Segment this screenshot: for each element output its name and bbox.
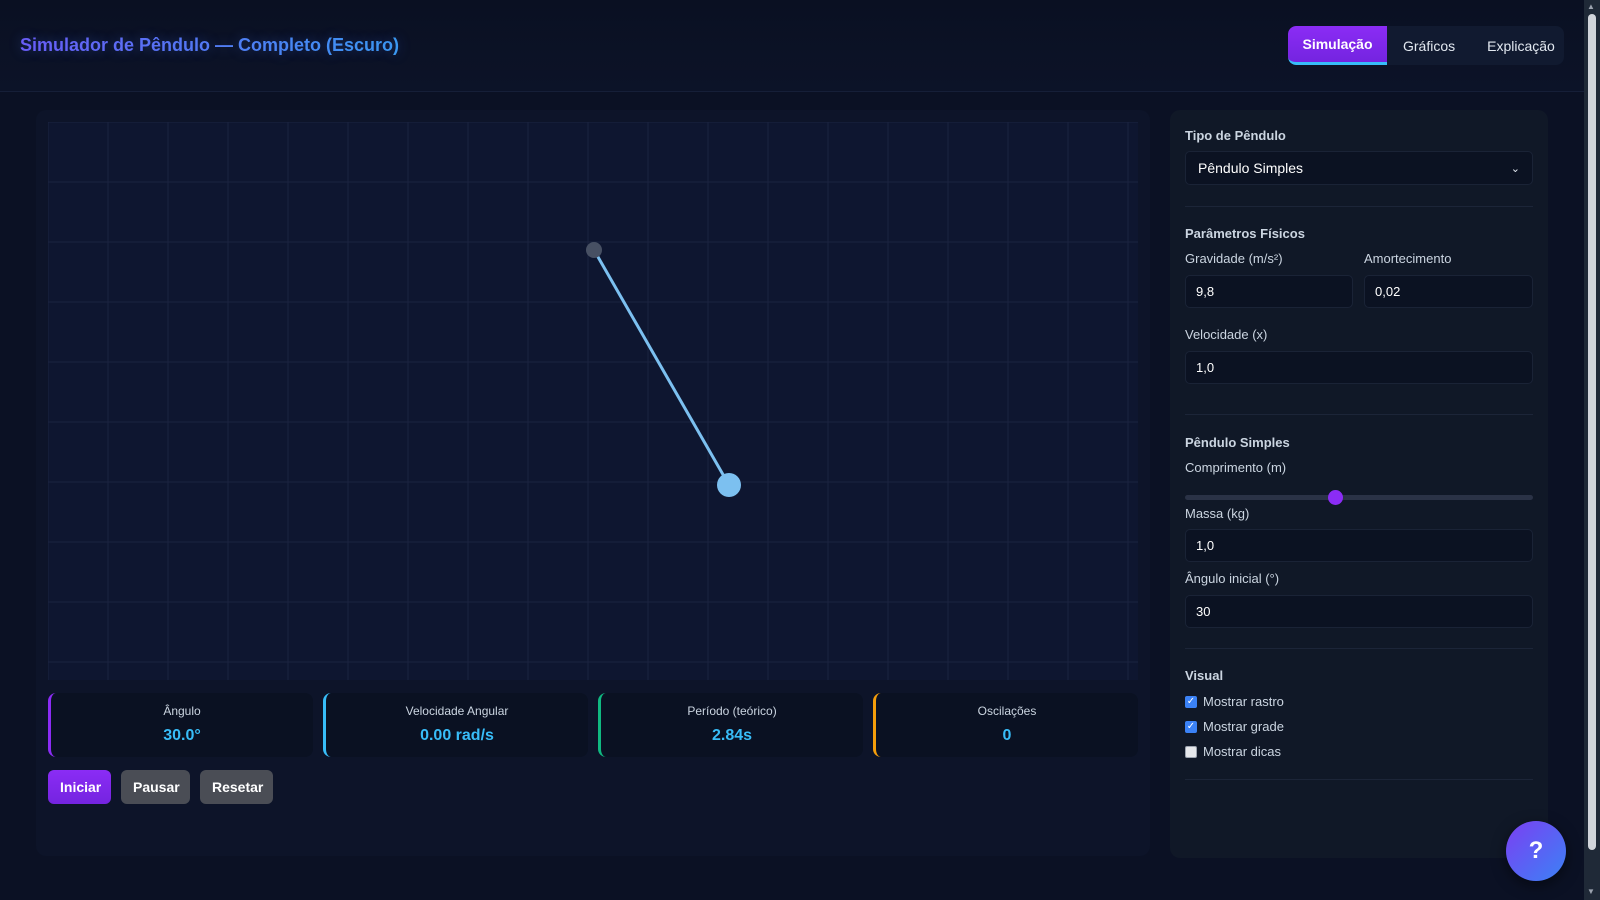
stat-value: 30.0° [163, 727, 201, 744]
mass-label: Massa (kg) [1185, 506, 1250, 521]
pause-button[interactable]: Pausar [121, 770, 190, 804]
settings-panel: Tipo de Pêndulo Pêndulo Simples ⌄ Parâme… [1170, 110, 1548, 858]
section-title: Tipo de Pêndulo [1185, 128, 1286, 143]
physics-section: Parâmetros Físicos [1185, 226, 1533, 241]
scroll-thumb[interactable] [1588, 14, 1596, 850]
stats-row: Ângulo 30.0° Velocidade Angular 0.00 rad… [48, 693, 1138, 757]
checkbox-label: Mostrar rastro [1203, 694, 1284, 709]
stat-label: Ângulo [163, 704, 201, 718]
page-scrollbar[interactable]: ▲ ▼ [1584, 0, 1600, 900]
tab-graficos[interactable]: Gráficos [1387, 26, 1471, 65]
control-buttons: Iniciar Pausar Resetar [48, 770, 273, 804]
gravity-input[interactable] [1185, 275, 1353, 308]
mass-group: Massa (kg) [1185, 506, 1533, 521]
chevron-down-icon: ⌄ [1510, 162, 1520, 175]
help-button[interactable]: ? [1506, 821, 1566, 881]
simulation-panel: Ângulo 30.0° Velocidade Angular 0.00 rad… [36, 110, 1150, 856]
stat-angle: Ângulo 30.0° [48, 693, 313, 757]
top-bar: Simulador de Pêndulo — Completo (Escuro)… [0, 0, 1584, 92]
damping-label: Amortecimento [1364, 251, 1452, 266]
reset-button[interactable]: Resetar [200, 770, 273, 804]
pendulum-scene [47, 121, 1138, 680]
stat-label: Período (teórico) [687, 704, 777, 718]
start-button[interactable]: Iniciar [48, 770, 111, 804]
stat-value: 0.00 rad/s [420, 727, 494, 744]
checkbox-checked-icon[interactable]: ✓ [1185, 695, 1197, 708]
checkbox-label: Mostrar grade [1203, 719, 1284, 734]
divider [1185, 414, 1533, 415]
show-trail-checkbox[interactable]: ✓ Mostrar rastro [1185, 689, 1533, 714]
stat-oscillations: Oscilações 0 [873, 693, 1138, 757]
page-title: Simulador de Pêndulo — Completo (Escuro) [20, 35, 400, 55]
section-title: Parâmetros Físicos [1185, 226, 1305, 241]
speed-group: Velocidade (x) [1185, 327, 1533, 342]
checkbox-checked-icon[interactable]: ✓ [1185, 720, 1197, 733]
length-slider[interactable] [1185, 490, 1533, 505]
scroll-down-icon[interactable]: ▼ [1587, 887, 1595, 896]
mass-input[interactable] [1185, 529, 1533, 562]
divider [1185, 648, 1533, 649]
length-group: Comprimento (m) [1185, 460, 1533, 475]
tab-explicacao[interactable]: Explicação [1471, 26, 1564, 65]
angle-group: Ângulo inicial (°) [1185, 571, 1533, 586]
slider-thumb[interactable] [1327, 490, 1343, 505]
initial-angle-input[interactable] [1185, 595, 1533, 628]
length-label: Comprimento (m) [1185, 460, 1287, 475]
stat-angular-velocity: Velocidade Angular 0.00 rad/s [323, 693, 588, 757]
damping-input[interactable] [1364, 275, 1533, 308]
stat-value: 2.84s [711, 727, 753, 744]
stat-label: Velocidade Angular [405, 704, 509, 718]
tab-simulacao[interactable]: Simulação [1288, 26, 1387, 65]
divider [1185, 779, 1533, 780]
speed-input[interactable] [1185, 351, 1533, 384]
angle-label: Ângulo inicial (°) [1185, 571, 1280, 586]
visual-section: Visual ✓ Mostrar rastro ✓ Mostrar grade … [1185, 668, 1533, 764]
stat-period: Período (teórico) 2.84s [598, 693, 863, 757]
speed-label: Velocidade (x) [1185, 327, 1268, 342]
stat-label: Oscilações [977, 704, 1037, 718]
damping-group: Amortecimento [1364, 251, 1532, 266]
pendulum-bob[interactable] [717, 473, 741, 497]
pendulum-pivot [586, 242, 602, 258]
pendulum-canvas[interactable] [47, 121, 1138, 680]
select-value: Pêndulo Simples [1198, 160, 1304, 176]
pendulum-type-section: Tipo de Pêndulo Pêndulo Simples ⌄ [1185, 128, 1533, 185]
section-title: Visual [1185, 668, 1224, 683]
section-title: Pêndulo Simples [1185, 435, 1290, 450]
divider [1185, 206, 1533, 207]
simple-pendulum-section: Pêndulo Simples [1185, 435, 1533, 450]
gravity-group: Gravidade (m/s²) [1185, 251, 1353, 266]
tab-bar: Simulação Gráficos Explicação [1288, 26, 1564, 65]
pendulum-type-select[interactable]: Pêndulo Simples ⌄ [1185, 151, 1533, 185]
checkbox-unchecked-icon[interactable] [1185, 745, 1197, 758]
gravity-label: Gravidade (m/s²) [1185, 251, 1283, 266]
checkbox-label: Mostrar dicas [1203, 744, 1282, 759]
show-grid-checkbox[interactable]: ✓ Mostrar grade [1185, 714, 1533, 739]
show-tips-checkbox[interactable]: Mostrar dicas [1185, 739, 1533, 764]
scroll-up-icon[interactable]: ▲ [1587, 2, 1595, 11]
stat-value: 0 [1002, 727, 1012, 744]
